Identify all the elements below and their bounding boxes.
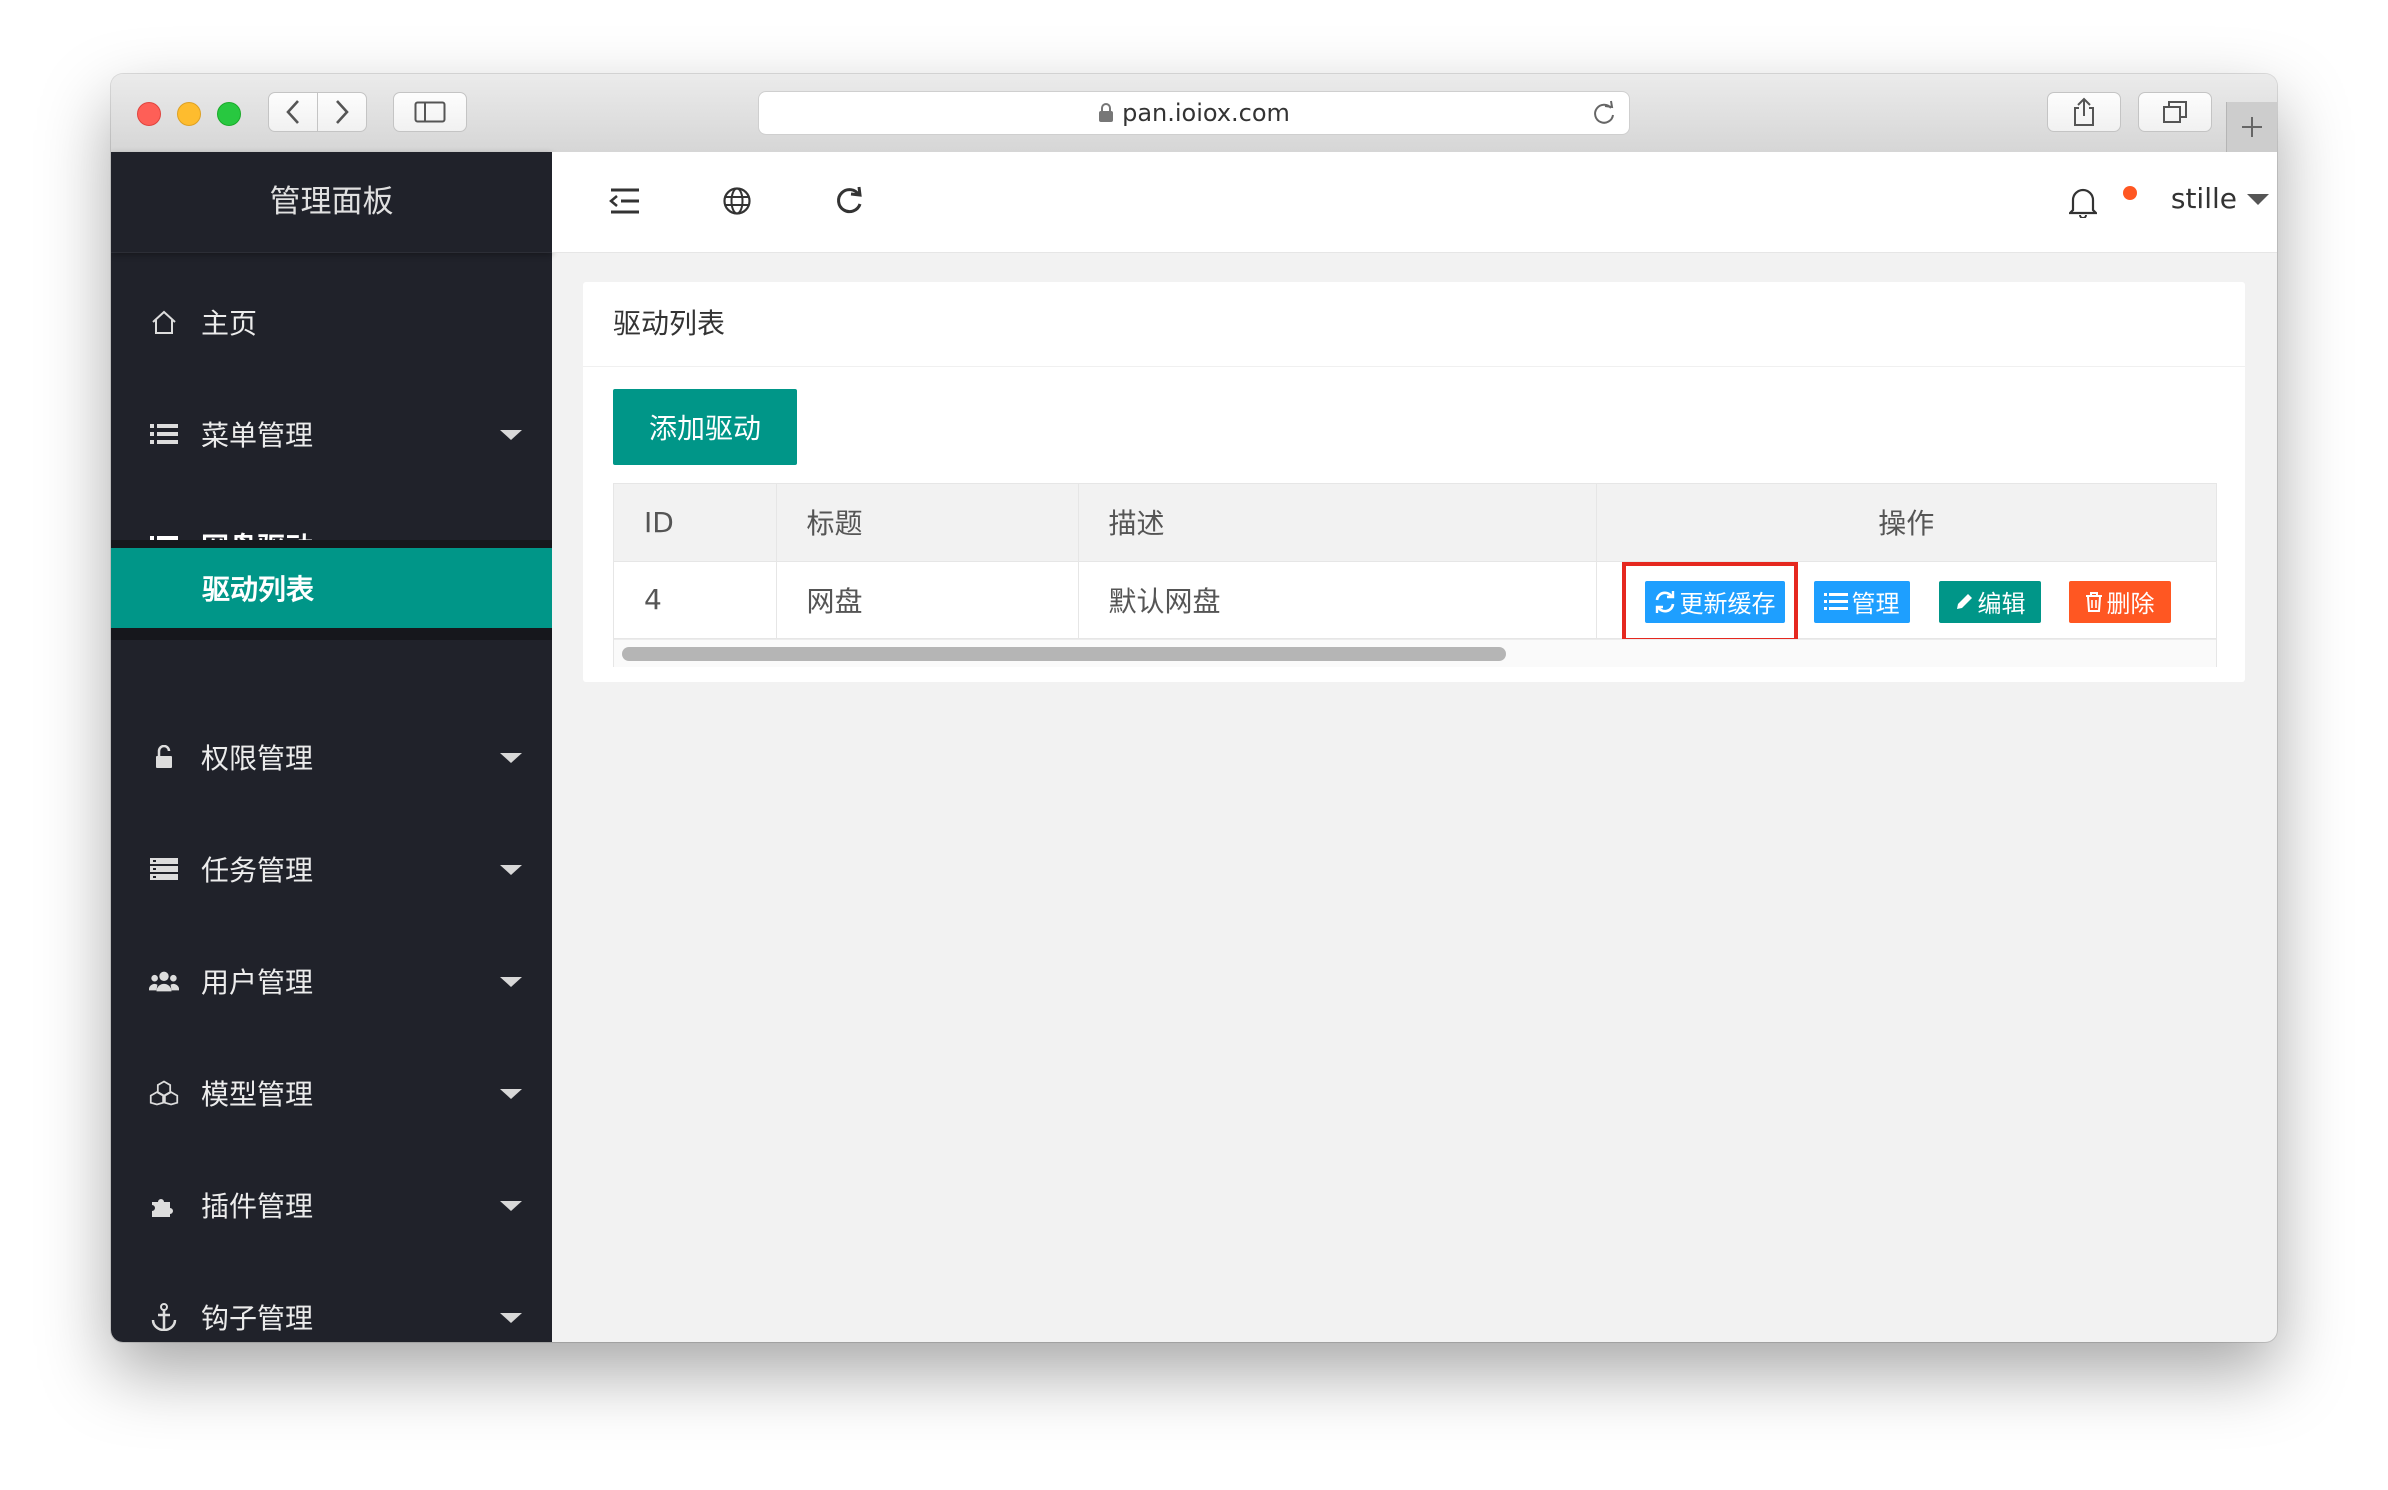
- lock-icon: [149, 745, 179, 769]
- edit-label: 编辑: [1977, 590, 2026, 618]
- edit-button[interactable]: 编辑: [1938, 580, 2041, 623]
- cell-id: 4: [614, 561, 777, 639]
- lock-icon: [1099, 103, 1114, 122]
- card-title: 驱动列表: [583, 282, 2245, 367]
- cell-desc: 默认网盘: [1078, 561, 1597, 639]
- sidebar-item-permission-management[interactable]: 权限管理: [111, 717, 552, 797]
- share-button[interactable]: [2047, 92, 2121, 132]
- menu-collapse-icon[interactable]: [609, 186, 641, 216]
- list-icon: [149, 423, 179, 445]
- drive-submenu: 驱动列表: [111, 540, 552, 640]
- sidebar-item-home[interactable]: 主页: [111, 282, 552, 362]
- home-icon: [149, 309, 179, 335]
- chevron-down-icon: [500, 430, 522, 440]
- share-icon: [2074, 97, 2094, 126]
- cubes-icon: [149, 1079, 179, 1107]
- sidebar-icon: [414, 101, 446, 123]
- sidebar-toggle-button[interactable]: [393, 92, 467, 132]
- sidebar-item-menu-management[interactable]: 菜单管理: [111, 394, 552, 474]
- sidebar-item-user-management[interactable]: 用户管理: [111, 941, 552, 1021]
- column-header-desc: 描述: [1078, 484, 1597, 562]
- users-icon: [149, 969, 179, 993]
- zoom-window-button[interactable]: [217, 102, 241, 126]
- drive-table: ID 标题 描述 操作 4 网盘 默认网盘 更新缓存 管理 编辑 删除: [613, 483, 2217, 667]
- sidebar-logo: 管理面板: [111, 152, 552, 253]
- horizontal-scrollbar[interactable]: [614, 639, 2216, 667]
- sidebar-item-label: 任务管理: [201, 854, 314, 887]
- tabs-overview-button[interactable]: [2138, 92, 2212, 132]
- chevron-down-icon: [500, 1089, 522, 1099]
- refresh-icon[interactable]: [834, 186, 864, 216]
- minimize-window-button[interactable]: [177, 102, 201, 126]
- sidebar-item-model-management[interactable]: 模型管理: [111, 1053, 552, 1133]
- manage-label: 管理: [1851, 590, 1900, 618]
- sidebar: 管理面板 主页 菜单管理 网盘驱动 驱动列表: [111, 152, 552, 1342]
- chevron-down-icon: [500, 753, 522, 763]
- refresh-cache-label: 更新缓存: [1679, 590, 1776, 618]
- sidebar-item-label: 权限管理: [201, 742, 314, 775]
- address-bar[interactable]: pan.ioiox.com: [758, 91, 1630, 135]
- user-menu[interactable]: stille: [2171, 182, 2237, 215]
- chevron-down-icon: [500, 1313, 522, 1323]
- tabs-icon: [2163, 101, 2187, 123]
- notification-badge: [2123, 186, 2137, 200]
- sidebar-item-label: 用户管理: [201, 966, 314, 999]
- chevron-down-icon: [500, 1201, 522, 1211]
- pencil-icon: [1956, 593, 1972, 609]
- browser-window: pan.ioiox.com 管理面板 主页 菜单管理 驱动列表 权限管理 任务管…: [111, 74, 2277, 1342]
- chevron-down-icon[interactable]: [2247, 194, 2269, 205]
- close-window-button[interactable]: [137, 102, 161, 126]
- delete-button[interactable]: 删除: [2068, 580, 2171, 623]
- manage-button[interactable]: 管理: [1813, 580, 1910, 623]
- add-drive-button[interactable]: 添加驱动: [613, 389, 797, 465]
- sidebar-item-label: 主页: [201, 307, 258, 340]
- column-header-actions: 操作: [1596, 484, 2216, 562]
- table-header-row: ID 标题 描述 操作: [614, 484, 2216, 562]
- plus-icon: [2242, 117, 2262, 137]
- forward-button[interactable]: [317, 92, 367, 132]
- cell-actions: 更新缓存 管理 编辑 删除: [1596, 561, 2216, 642]
- column-header-title: 标题: [776, 484, 1079, 562]
- anchor-icon: [149, 1303, 179, 1331]
- reload-icon[interactable]: [1591, 100, 1617, 126]
- server-icon: [149, 857, 179, 881]
- browser-titlebar: pan.ioiox.com: [111, 74, 2277, 153]
- new-tab-button[interactable]: [2226, 102, 2277, 152]
- chevron-down-icon: [500, 865, 522, 875]
- sidebar-item-label: 插件管理: [201, 1190, 314, 1223]
- sidebar-item-task-management[interactable]: 任务管理: [111, 829, 552, 909]
- refresh-cache-button[interactable]: 更新缓存: [1644, 580, 1785, 623]
- sidebar-item-label: 菜单管理: [201, 419, 314, 452]
- list-icon: [1823, 592, 1848, 610]
- scrollbar-thumb[interactable]: [622, 647, 1506, 661]
- back-button[interactable]: [268, 92, 318, 132]
- sidebar-item-hook-management[interactable]: 钩子管理: [111, 1277, 552, 1342]
- refresh-icon: [1655, 590, 1674, 613]
- sidebar-item-label: 模型管理: [201, 1078, 314, 1111]
- trash-icon: [2085, 591, 2102, 612]
- top-header: stille: [552, 152, 2277, 253]
- sidebar-item-label: 钩子管理: [201, 1302, 314, 1335]
- sidebar-subitem-drive-list[interactable]: 驱动列表: [111, 548, 552, 628]
- chevron-down-icon: [500, 977, 522, 987]
- cell-title: 网盘: [776, 561, 1079, 639]
- delete-label: 删除: [2106, 590, 2155, 618]
- bell-icon[interactable]: [2069, 186, 2097, 218]
- chevron-right-icon: [336, 100, 349, 124]
- column-header-id: ID: [614, 484, 777, 562]
- sidebar-item-plugin-management[interactable]: 插件管理: [111, 1165, 552, 1245]
- chevron-left-icon: [286, 100, 299, 124]
- puzzle-icon: [149, 1192, 179, 1218]
- globe-icon[interactable]: [722, 186, 752, 216]
- url-text: pan.ioiox.com: [1122, 99, 1290, 127]
- table-row: 4 网盘 默认网盘 更新缓存 管理 编辑 删除: [614, 561, 2216, 642]
- drive-list-card: 驱动列表 添加驱动 ID 标题 描述 操作 4 网盘 默认网盘 更新缓存 管理 …: [583, 282, 2245, 682]
